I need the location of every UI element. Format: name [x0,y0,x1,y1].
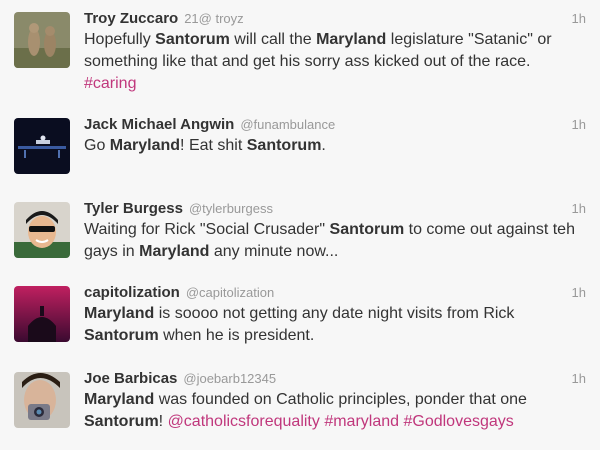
timestamp[interactable]: 1h [572,369,586,389]
highlighted-keyword: Santorum [84,413,159,430]
tweet-item[interactable]: Tyler Burgess @tylerburgess 1h Waiting fo… [0,190,600,275]
text-run: Waiting for Rick "Social Crusader" [84,221,330,238]
author-name[interactable]: Jack Michael Angwin [84,116,234,133]
author-handle[interactable]: 21@ troyz [184,11,243,26]
avatar[interactable] [14,12,70,68]
hashtag-link[interactable]: #caring [84,75,136,92]
avatar-meerkat-image [14,12,70,68]
highlighted-keyword: Santorum [155,31,230,48]
tweet-item[interactable]: Troy Zuccaro 21@ troyz 1h Hopefully Santo… [0,0,600,107]
text-run: Hopefully [84,31,156,48]
avatar[interactable] [14,372,70,428]
avatar[interactable] [14,286,70,342]
tweet-text: Maryland is soooo not getting any date n… [84,303,586,347]
timestamp[interactable]: 1h [572,283,586,303]
author-handle[interactable]: @capitolization [186,285,274,300]
avatar-person-image [14,202,70,258]
text-run: . [321,137,326,154]
highlighted-keyword: Santorum [329,221,405,238]
highlighted-keyword: Maryland [84,391,155,408]
highlighted-keyword: Maryland [84,305,155,322]
highlighted-keyword: Maryland [139,243,210,260]
hashtag-link[interactable]: #maryland [324,413,399,430]
author-handle[interactable]: @tylerburgess [189,201,273,216]
author-name[interactable]: Joe Barbicas [84,370,177,387]
tweet-text: Maryland was founded on Catholic princip… [84,389,586,433]
text-run: any minute now... [209,243,339,260]
highlighted-keyword: Santorum [246,137,322,154]
text-run: ! [158,413,168,430]
tweet-item[interactable]: Joe Barbicas @joebarb12345 1h Maryland wa… [0,360,600,450]
author-name[interactable]: Troy Zuccaro [84,10,178,27]
tweet-item[interactable]: capitolization @capitolization 1h Marylan… [0,274,600,361]
author-handle[interactable]: @joebarb12345 [183,371,276,386]
mention-link[interactable]: @catholicsforequality [168,413,320,430]
tweet-text: Hopefully Santorum will call the Marylan… [84,29,586,95]
timestamp[interactable]: 1h [572,199,586,219]
avatar[interactable] [14,118,70,174]
highlighted-keyword: Santorum [84,327,159,344]
hashtag-link[interactable]: #Godlovesgays [403,413,513,430]
author-name[interactable]: capitolization [84,284,180,301]
tweet-feed: Troy Zuccaro 21@ troyz 1h Hopefully Santo… [0,0,600,450]
highlighted-keyword: Maryland [316,31,387,48]
highlighted-keyword: Maryland [109,137,181,154]
text-run: when he is president. [158,327,315,344]
text-run: Go [84,137,110,154]
text-run: ! Eat shit [180,137,247,154]
timestamp[interactable]: 1h [572,9,586,29]
timestamp[interactable]: 1h [572,115,586,135]
avatar-capitol-image [14,286,70,342]
text-run: was founded on Catholic principles, pond… [154,391,527,408]
text-run: will call the [229,31,317,48]
text-run: is soooo not getting any date night visi… [154,305,515,322]
avatar[interactable] [14,202,70,258]
avatar-camera-selfie-image [14,372,70,428]
tweet-item[interactable]: Jack Michael Angwin @funambulance 1h Go M… [0,106,600,191]
tweet-text: Go Maryland! Eat shit Santorum. [84,135,586,157]
author-name[interactable]: Tyler Burgess [84,200,183,217]
tweet-text: Waiting for Rick "Social Crusader" Santo… [84,219,586,263]
author-handle[interactable]: @funambulance [240,117,335,132]
avatar-stage-image [14,118,70,174]
